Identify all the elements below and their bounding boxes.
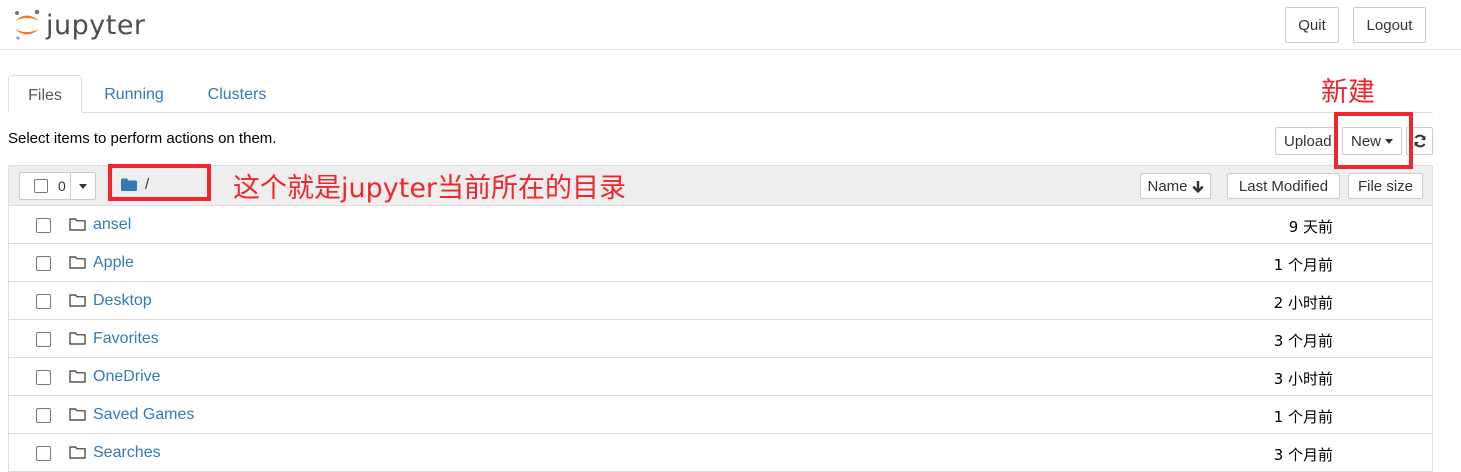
folder-icon <box>69 370 86 383</box>
list-item[interactable]: OneDrive 3 小时前 <box>8 358 1433 396</box>
list-item[interactable]: Apple 1 个月前 <box>8 244 1433 282</box>
annotation-new-label: 新建 <box>1321 77 1375 108</box>
sort-name-label: Name <box>1147 177 1188 195</box>
item-name-link[interactable]: Apple <box>93 254 134 272</box>
item-checkbox[interactable] <box>36 294 51 309</box>
item-checkbox[interactable] <box>36 332 51 347</box>
item-checkbox[interactable] <box>36 218 51 233</box>
logo-text: jupyter <box>46 9 146 41</box>
select-all-checkbox[interactable] <box>34 179 48 193</box>
caret-down-icon <box>79 183 87 189</box>
item-modified: 1 个月前 <box>1273 408 1333 426</box>
item-name-link[interactable]: Searches <box>93 444 161 462</box>
selected-count: 0 <box>58 178 66 194</box>
tab-running[interactable]: Running <box>104 75 164 113</box>
header-bar: jupyter Quit Logout <box>0 0 1461 50</box>
item-name-link[interactable]: ansel <box>93 216 131 234</box>
folder-icon <box>69 218 86 231</box>
quit-button[interactable]: Quit <box>1285 7 1339 43</box>
logout-button[interactable]: Logout <box>1353 7 1426 43</box>
jupyter-logo[interactable]: jupyter <box>12 6 146 44</box>
item-modified: 9 天前 <box>1288 218 1333 236</box>
sort-by-file-size-button[interactable]: File size <box>1348 173 1423 199</box>
refresh-icon <box>1414 134 1425 148</box>
list-item[interactable]: Saved Games 1 个月前 <box>8 396 1433 434</box>
sort-by-last-modified-button[interactable]: Last Modified <box>1227 173 1340 199</box>
item-modified: 2 小时前 <box>1273 294 1333 312</box>
folder-icon <box>69 332 86 345</box>
folder-icon <box>69 294 86 307</box>
select-menu-dropdown[interactable] <box>70 172 96 200</box>
tab-files[interactable]: Files <box>8 75 82 113</box>
folder-icon <box>69 446 86 459</box>
item-modified: 3 个月前 <box>1273 332 1333 350</box>
tab-clusters[interactable]: Clusters <box>206 75 268 113</box>
folder-icon <box>69 256 86 269</box>
list-item[interactable]: Searches 3 个月前 <box>8 434 1433 472</box>
item-modified: 3 小时前 <box>1273 370 1333 388</box>
file-list-header: 0 / Name Last Modified File size <box>8 165 1433 206</box>
upload-button[interactable]: Upload <box>1275 127 1338 155</box>
item-name-link[interactable]: Favorites <box>93 330 159 348</box>
list-item[interactable]: Desktop 2 小时前 <box>8 282 1433 320</box>
item-checkbox[interactable] <box>36 370 51 385</box>
tab-bar: Files Running Clusters <box>8 75 1433 113</box>
jupyter-logo-icon <box>15 9 40 40</box>
annotation-box-new <box>1334 112 1413 169</box>
item-modified: 3 个月前 <box>1273 446 1333 464</box>
item-name-link[interactable]: Desktop <box>93 292 152 310</box>
item-checkbox[interactable] <box>36 256 51 271</box>
item-checkbox[interactable] <box>36 408 51 423</box>
folder-icon <box>69 408 86 421</box>
item-checkbox[interactable] <box>36 446 51 461</box>
select-all-button[interactable]: 0 <box>19 172 71 200</box>
arrow-down-icon <box>1191 180 1204 193</box>
sort-by-name-button[interactable]: Name <box>1140 173 1211 199</box>
list-item[interactable]: ansel 9 天前 <box>8 206 1433 244</box>
item-name-link[interactable]: OneDrive <box>93 368 161 386</box>
annotation-path-label: 这个就是jupyter当前所在的目录 <box>233 173 627 204</box>
item-name-link[interactable]: Saved Games <box>93 406 194 424</box>
help-text: Select items to perform actions on them. <box>8 130 277 147</box>
list-item[interactable]: Favorites 3 个月前 <box>8 320 1433 358</box>
item-modified: 1 个月前 <box>1273 256 1333 274</box>
annotation-box-path <box>108 164 211 201</box>
